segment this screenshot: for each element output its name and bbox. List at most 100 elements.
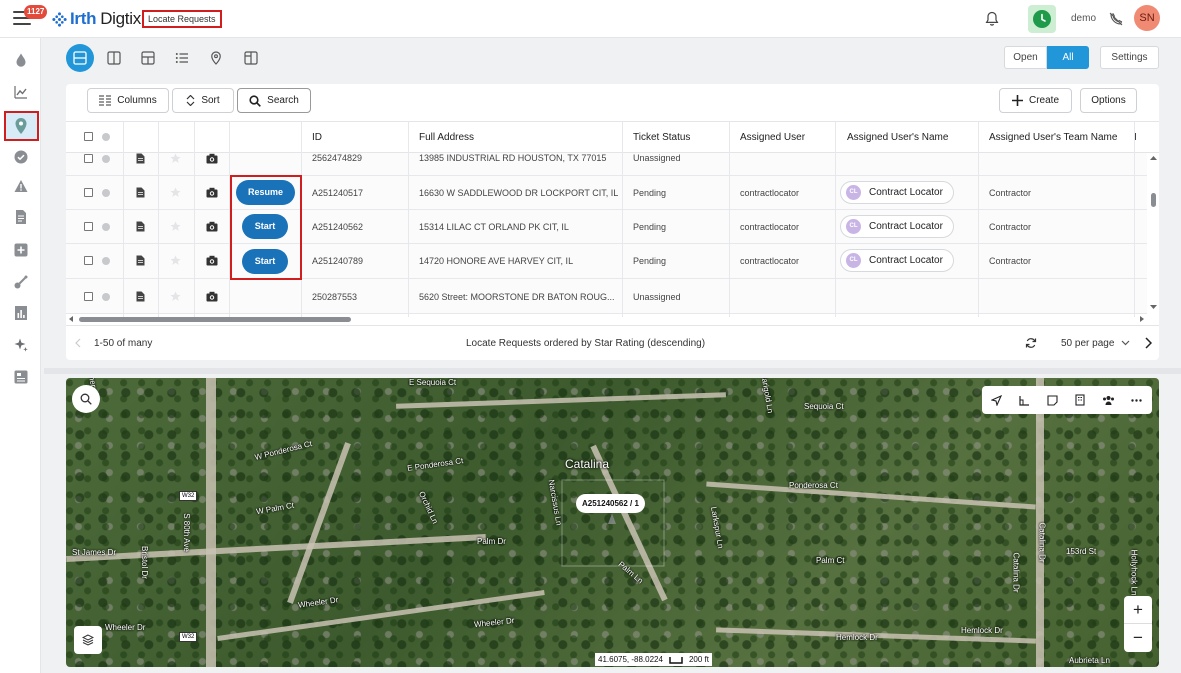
create-button[interactable]: Create xyxy=(999,88,1072,113)
row-id[interactable]: 2562474829 xyxy=(312,153,362,163)
chevron-down-icon[interactable] xyxy=(1121,340,1130,346)
column-divider xyxy=(408,121,409,317)
trend-icon[interactable] xyxy=(10,81,32,103)
header-ticket-status[interactable]: Ticket Status xyxy=(633,122,690,154)
note-icon[interactable] xyxy=(1044,392,1060,408)
refresh-icon[interactable] xyxy=(1025,337,1037,349)
header-assigned-users-team-name[interactable]: Assigned User's Team Name xyxy=(989,122,1117,154)
user-chip[interactable]: CL Contract Locator xyxy=(840,181,954,204)
columns-view-icon[interactable] xyxy=(237,44,265,72)
settings-button[interactable]: Settings xyxy=(1100,46,1159,69)
zoom-in-button[interactable]: + xyxy=(1124,596,1152,624)
header-assigned-users-name[interactable]: Assigned User's Name xyxy=(847,122,948,154)
sparkle-icon[interactable] xyxy=(10,334,32,356)
row-id[interactable]: A251240789 xyxy=(312,256,363,266)
row-checkbox[interactable] xyxy=(84,188,93,197)
ticket-label[interactable]: A251240562 / 1 xyxy=(576,494,645,513)
next-page-icon[interactable] xyxy=(1145,337,1152,349)
per-page-select[interactable]: 50 per page xyxy=(1061,338,1114,349)
document-icon[interactable] xyxy=(136,153,145,164)
map-search-button[interactable] xyxy=(72,385,100,413)
row-checkbox[interactable] xyxy=(84,256,93,265)
columns-button[interactable]: Columns xyxy=(87,88,169,113)
vertical-scroll-thumb[interactable] xyxy=(1151,193,1156,207)
header-id[interactable]: ID xyxy=(312,122,322,154)
clock-in-button[interactable] xyxy=(1028,5,1056,33)
user-chip-name: Contract Locator xyxy=(869,255,943,266)
form-icon[interactable] xyxy=(10,366,32,388)
horizontal-scrollbar[interactable] xyxy=(66,314,1147,324)
scroll-up-icon[interactable] xyxy=(1150,155,1157,161)
document-icon[interactable] xyxy=(10,206,32,228)
row-id[interactable]: A251240517 xyxy=(312,188,363,198)
scroll-down-icon[interactable] xyxy=(1150,304,1157,310)
options-button[interactable]: Options xyxy=(1080,88,1137,113)
check-circle-icon[interactable] xyxy=(10,146,32,168)
notification-badge[interactable]: 1127 xyxy=(24,5,48,19)
bell-icon[interactable] xyxy=(985,11,999,27)
document-icon[interactable] xyxy=(136,255,145,266)
layers-button[interactable] xyxy=(74,626,102,654)
header-full-address[interactable]: Full Address xyxy=(419,122,474,154)
document-icon[interactable] xyxy=(136,221,145,232)
scroll-right-icon[interactable] xyxy=(1139,316,1145,322)
sort-button[interactable]: Sort xyxy=(172,88,234,113)
user-chip[interactable]: CL Contract Locator xyxy=(840,215,954,238)
star-icon[interactable] xyxy=(170,255,181,266)
navigate-icon[interactable] xyxy=(988,392,1004,408)
filter-all-button[interactable]: All xyxy=(1047,46,1089,69)
row-checkbox[interactable] xyxy=(84,154,93,163)
user-chip-avatar: CL xyxy=(846,253,861,268)
street-label: W Ponderosa Ct xyxy=(253,439,313,462)
add-icon[interactable] xyxy=(10,239,32,261)
star-icon[interactable] xyxy=(170,221,181,232)
grid-view-icon[interactable] xyxy=(134,44,162,72)
user-chip[interactable]: CL Contract Locator xyxy=(840,249,954,272)
horizontal-scroll-thumb[interactable] xyxy=(79,317,351,322)
filter-open-button[interactable]: Open xyxy=(1004,46,1047,69)
phone-off-icon[interactable] xyxy=(1108,11,1124,27)
warning-icon[interactable] xyxy=(10,175,32,197)
drop-icon[interactable] xyxy=(10,49,32,71)
row-checkbox[interactable] xyxy=(84,222,93,231)
star-icon[interactable] xyxy=(170,291,181,302)
camera-icon[interactable] xyxy=(206,291,218,302)
building-icon[interactable] xyxy=(1072,392,1088,408)
camera-icon[interactable] xyxy=(206,221,218,232)
clock-icon xyxy=(1041,13,1046,22)
list-bullets-icon[interactable] xyxy=(168,44,196,72)
camera-icon[interactable] xyxy=(206,255,218,266)
location-pin-icon[interactable] xyxy=(10,115,32,137)
document-icon[interactable] xyxy=(136,187,145,198)
row-status-dot xyxy=(102,223,110,231)
scroll-left-icon[interactable] xyxy=(68,316,74,322)
camera-icon[interactable] xyxy=(206,153,218,164)
star-icon[interactable] xyxy=(170,187,181,198)
map-pin-view-icon[interactable] xyxy=(202,44,230,72)
prev-page-icon[interactable] xyxy=(74,338,81,348)
columns-label: Columns xyxy=(117,95,157,106)
search-button[interactable]: Search xyxy=(237,88,311,113)
avatar[interactable]: SN xyxy=(1134,5,1160,31)
header-assigned-user[interactable]: Assigned User xyxy=(740,122,805,154)
camera-icon[interactable] xyxy=(206,187,218,198)
ticket-pin-icon[interactable] xyxy=(607,513,617,525)
measure-icon[interactable] xyxy=(1016,392,1032,408)
zoom-out-button[interactable]: − xyxy=(1124,624,1152,652)
select-all-checkbox[interactable] xyxy=(84,132,93,141)
document-icon[interactable] xyxy=(136,291,145,302)
map-view[interactable]: E Sequoia Ct Sequoia Ct W Ponderosa Ct E… xyxy=(66,378,1159,667)
row-id[interactable]: 250287553 xyxy=(312,292,357,302)
split-view-icon[interactable] xyxy=(100,44,128,72)
more-icon[interactable] xyxy=(1128,392,1144,408)
team-icon[interactable] xyxy=(1100,392,1116,408)
report-icon[interactable] xyxy=(10,302,32,324)
user-name[interactable]: demo xyxy=(1071,13,1096,24)
row-checkbox[interactable] xyxy=(84,292,93,301)
logo[interactable]: Irth Digtix xyxy=(52,9,141,29)
panel-divider[interactable] xyxy=(44,368,1181,374)
row-id[interactable]: A251240562 xyxy=(312,222,363,232)
star-icon[interactable] xyxy=(170,153,181,164)
tools-icon[interactable] xyxy=(10,271,32,293)
list-view-icon[interactable] xyxy=(66,44,94,72)
